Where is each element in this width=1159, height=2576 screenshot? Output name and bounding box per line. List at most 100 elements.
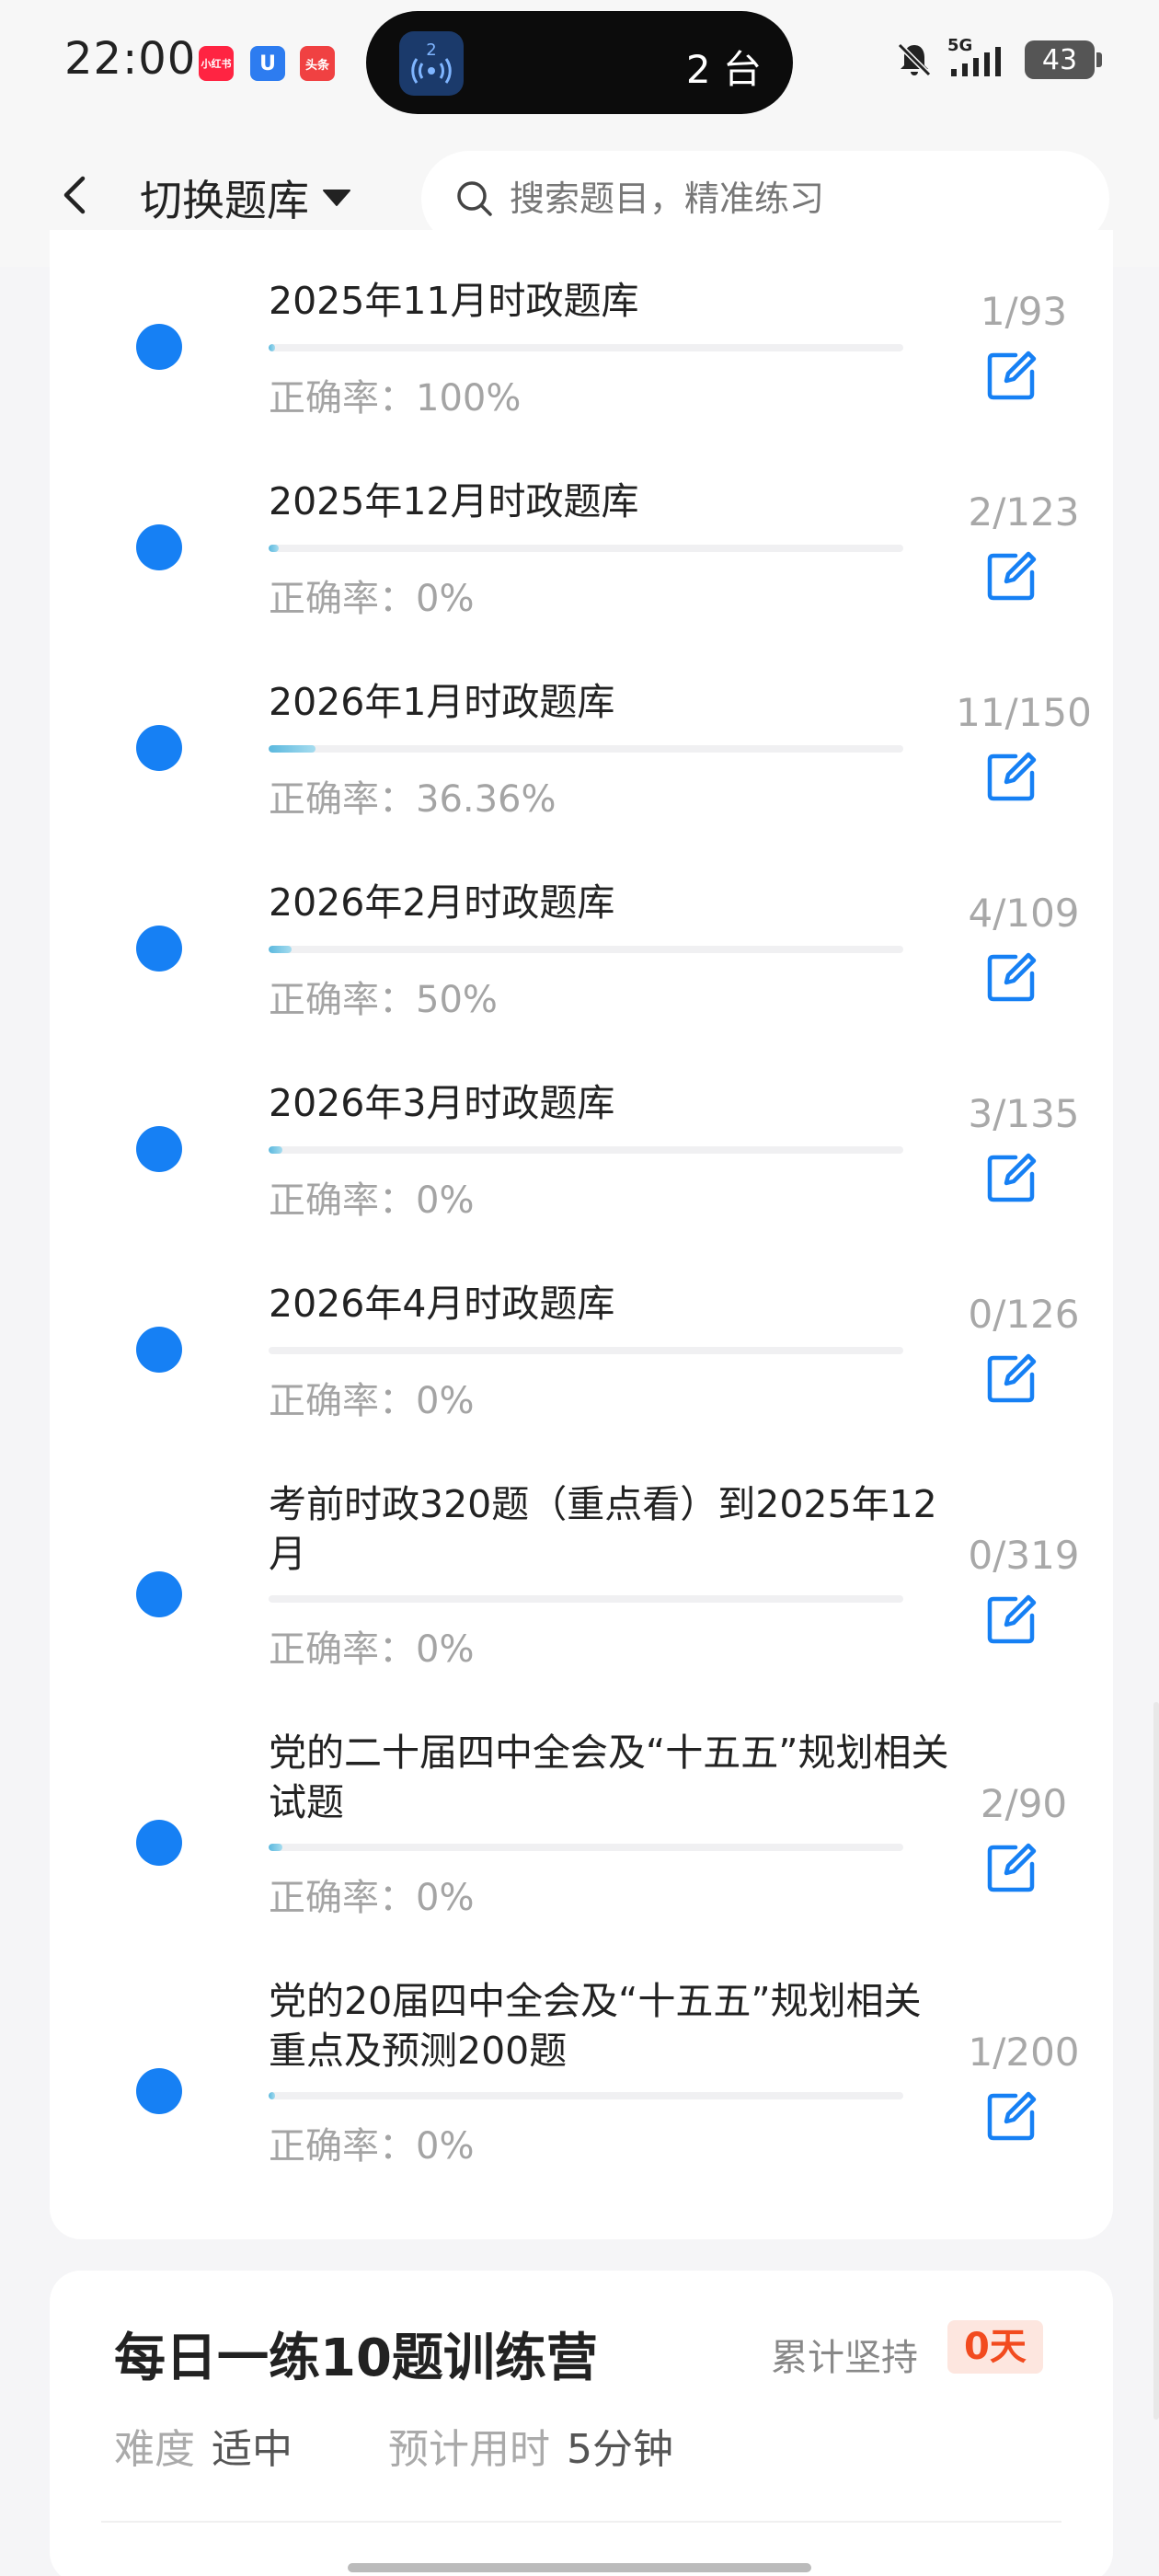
question-bank-list: 2025年11月时政题库 正确率：100% 1/93 2025年12月时政题库 … xyxy=(50,230,1113,2239)
scrollbar[interactable] xyxy=(1153,1702,1159,2420)
accuracy-text: 正确率：0% xyxy=(269,2125,475,2168)
progress-count: 2/90 xyxy=(980,1781,1068,1826)
system-icons: 5G 43 xyxy=(894,36,1102,83)
bullet-dot xyxy=(136,324,182,370)
progress-fill xyxy=(269,545,280,552)
difficulty-value: 适中 xyxy=(212,2426,293,2473)
progress-bar xyxy=(269,2092,903,2099)
progress-bar xyxy=(269,745,903,753)
edit-icon[interactable] xyxy=(984,949,1039,1005)
progress-fill xyxy=(269,344,276,351)
progress-count: 1/200 xyxy=(968,2030,1080,2075)
progress-count: 4/109 xyxy=(968,891,1080,936)
casting-app-icon: 2 xyxy=(399,31,464,96)
divider xyxy=(101,2521,1061,2523)
bullet-dot xyxy=(136,1126,182,1172)
bullet-dot xyxy=(136,1327,182,1373)
training-camp-card[interactable]: 每日一练10题训练营 累计坚持 0天 难度 适中 预计用时 5分钟 xyxy=(50,2271,1113,2576)
progress-fill xyxy=(269,2092,275,2099)
search-icon xyxy=(457,181,492,216)
search-input[interactable] xyxy=(510,178,1080,219)
accuracy-text: 正确率：0% xyxy=(269,578,475,620)
bullet-dot xyxy=(136,524,182,570)
progress-bar xyxy=(269,1146,903,1154)
question-bank-row[interactable]: 考前时政320题（重点看）到2025年12月 正确率：0% 0/319 xyxy=(50,1433,1113,1682)
island-badge: 2 xyxy=(426,40,436,60)
progress-fill xyxy=(269,1146,283,1154)
edit-icon[interactable] xyxy=(984,749,1039,804)
bullet-dot xyxy=(136,2068,182,2114)
back-button[interactable] xyxy=(48,167,103,223)
question-bank-row[interactable]: 党的二十届四中全会及“十五五”规划相关试题 正确率：0% 2/90 xyxy=(50,1682,1113,1930)
progress-bar xyxy=(269,344,903,351)
accuracy-text: 正确率：36.36% xyxy=(269,778,557,821)
mute-bell-icon xyxy=(897,42,932,77)
progress-bar xyxy=(269,1347,903,1354)
question-bank-row[interactable]: 2026年2月时政题库 正确率：50% 4/109 xyxy=(50,832,1113,1032)
progress-count: 0/126 xyxy=(968,1292,1080,1337)
chevron-left-icon xyxy=(63,176,86,214)
bank-title: 党的20届四中全会及“十五五”规划相关重点及预测200题 xyxy=(269,1979,922,2073)
accuracy-text: 正确率：100% xyxy=(269,377,522,420)
bullet-dot xyxy=(136,1820,182,1866)
question-bank-row[interactable]: 2026年3月时政题库 正确率：0% 3/135 xyxy=(50,1032,1113,1233)
progress-count: 2/123 xyxy=(968,489,1080,535)
edit-icon[interactable] xyxy=(984,548,1039,604)
switch-bank-label: 切换题库 xyxy=(140,176,309,225)
u-app-notification-icon: U xyxy=(250,46,285,81)
dynamic-island[interactable]: 2 2 台 xyxy=(366,11,793,114)
bullet-dot xyxy=(136,725,182,771)
island-text: 2 台 xyxy=(685,47,762,92)
accuracy-text: 正确率：0% xyxy=(269,1877,475,1919)
progress-count: 1/93 xyxy=(980,289,1068,334)
bank-title: 2026年4月时政题库 xyxy=(269,1282,615,1326)
bank-title: 2026年1月时政题库 xyxy=(269,680,615,724)
progress-bar xyxy=(269,1844,903,1851)
difficulty-label: 难度 xyxy=(114,2426,195,2473)
accuracy-text: 正确率：0% xyxy=(269,1628,475,1671)
edit-icon[interactable] xyxy=(984,1840,1039,1895)
bank-title: 2025年11月时政题库 xyxy=(269,279,639,323)
home-indicator[interactable] xyxy=(348,2563,811,2572)
bank-title: 党的二十届四中全会及“十五五”规划相关试题 xyxy=(269,1731,949,1824)
persist-label: 累计坚持 xyxy=(771,2337,918,2379)
status-bar: 22:00 小红书 U 头条 2 2 台 5G 43 xyxy=(0,0,1159,129)
persist-days-badge: 0天 xyxy=(947,2320,1043,2374)
progress-count: 11/150 xyxy=(956,690,1092,735)
question-bank-row[interactable]: 2026年1月时政题库 正确率：36.36% 11/150 xyxy=(50,631,1113,832)
bullet-dot xyxy=(136,1571,182,1617)
edit-icon[interactable] xyxy=(984,1592,1039,1647)
xiaohongshu-notification-icon: 小红书 xyxy=(199,46,234,81)
question-bank-row[interactable]: 党的20届四中全会及“十五五”规划相关重点及预测200题 正确率：0% 1/20… xyxy=(50,1930,1113,2179)
switch-bank-dropdown[interactable]: 切换题库 xyxy=(140,167,351,228)
edit-icon[interactable] xyxy=(984,348,1039,403)
progress-count: 3/135 xyxy=(968,1091,1080,1136)
bank-title: 2025年12月时政题库 xyxy=(269,479,639,523)
accuracy-text: 正确率：0% xyxy=(269,1380,475,1422)
bank-title: 考前时政320题（重点看）到2025年12月 xyxy=(269,1482,937,1576)
progress-bar xyxy=(269,946,903,953)
progress-fill xyxy=(269,946,293,953)
bank-title: 2026年3月时政题库 xyxy=(269,1081,615,1125)
time-value: 5分钟 xyxy=(567,2426,673,2473)
question-bank-row[interactable]: 2025年11月时政题库 正确率：100% 1/93 xyxy=(50,230,1113,431)
battery-icon: 43 xyxy=(1025,40,1102,79)
caret-down-icon xyxy=(323,190,350,206)
accuracy-text: 正确率：0% xyxy=(269,1179,475,1222)
edit-icon[interactable] xyxy=(984,1351,1039,1406)
time-meta: 预计用时 5分钟 xyxy=(388,2416,673,2475)
signal-icon: 5G xyxy=(947,36,1012,80)
clock: 22:00 xyxy=(64,33,197,85)
training-title: 每日一练10题训练营 xyxy=(114,2329,598,2388)
progress-bar xyxy=(269,545,903,552)
progress-bar xyxy=(269,1595,903,1603)
progress-fill xyxy=(269,745,316,753)
progress-count: 0/319 xyxy=(968,1533,1080,1578)
time-label: 预计用时 xyxy=(388,2426,550,2473)
progress-fill xyxy=(269,1844,283,1851)
question-bank-row[interactable]: 2025年12月时政题库 正确率：0% 2/123 xyxy=(50,431,1113,631)
question-bank-row[interactable]: 2026年4月时政题库 正确率：0% 0/126 xyxy=(50,1233,1113,1433)
edit-icon[interactable] xyxy=(984,2088,1039,2144)
edit-icon[interactable] xyxy=(984,1150,1039,1205)
bullet-dot xyxy=(136,926,182,972)
